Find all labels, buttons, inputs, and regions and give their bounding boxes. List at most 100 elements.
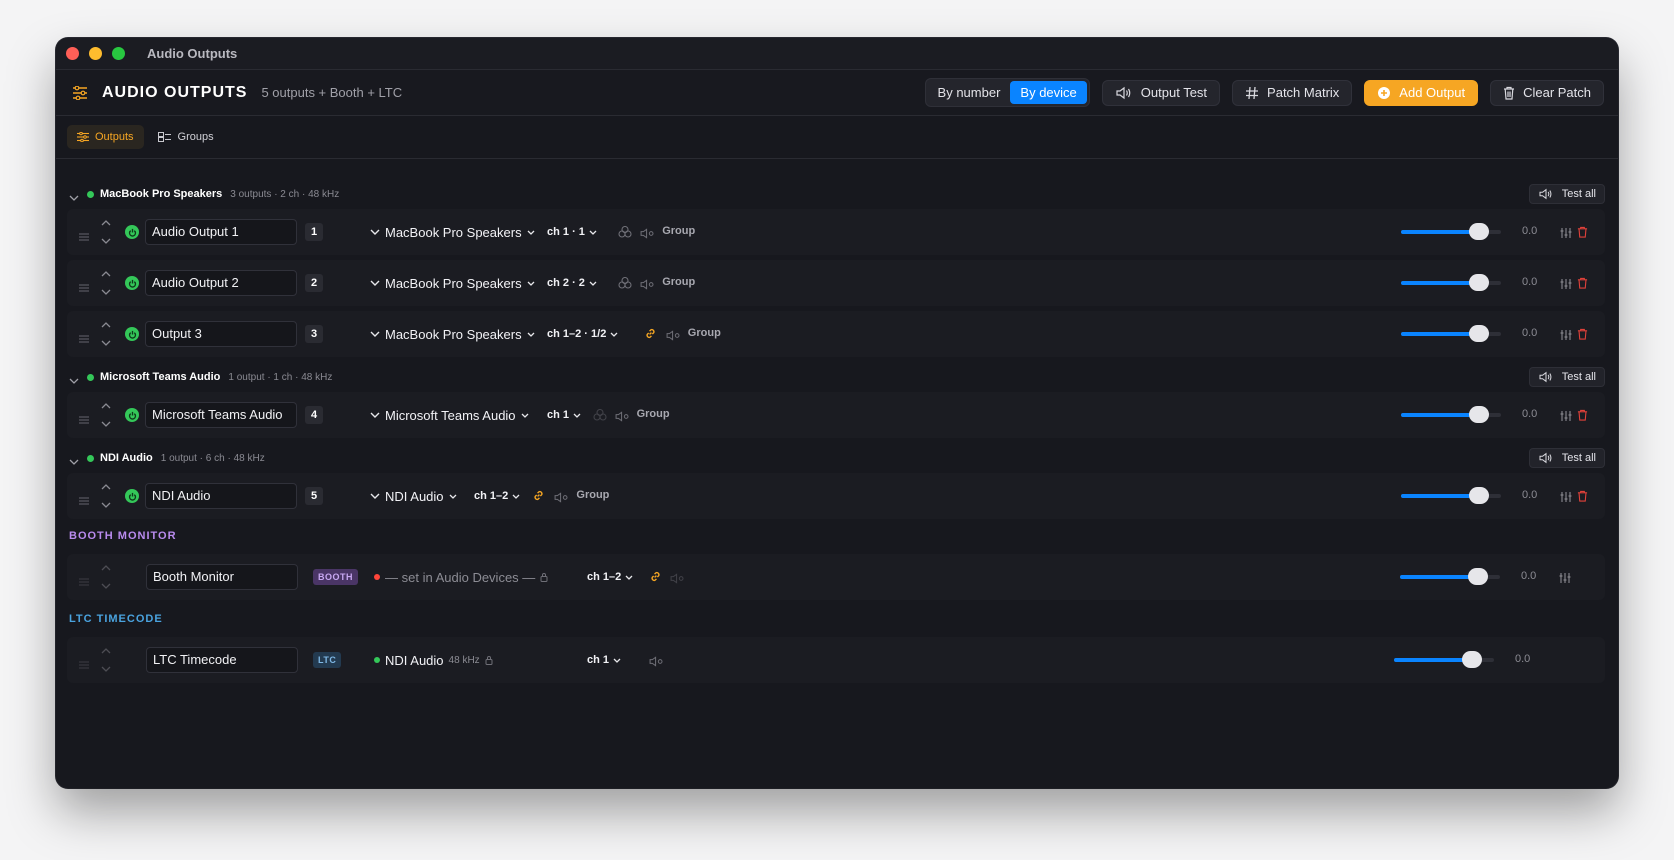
volume-slider[interactable] <box>1401 406 1501 424</box>
chevron-down-icon <box>527 281 535 286</box>
tab-groups[interactable]: Groups <box>148 125 224 149</box>
delete-output-icon[interactable] <box>1577 408 1589 421</box>
drag-handle-icon[interactable] <box>79 411 89 424</box>
volume-slider[interactable] <box>1401 274 1501 292</box>
reorder-arrows-icon[interactable] <box>100 269 112 297</box>
slider-thumb[interactable] <box>1469 325 1489 342</box>
ltc-name-field[interactable]: LTC Timecode <box>146 647 298 673</box>
drag-handle-icon[interactable] <box>79 279 89 292</box>
zoom-window-button[interactable] <box>112 47 125 60</box>
mixer-icon[interactable] <box>1560 277 1572 289</box>
channel-select[interactable]: ch 1–2 <box>587 571 633 583</box>
output-name-field[interactable]: Output 3 <box>145 321 297 347</box>
delete-output-icon[interactable] <box>1577 276 1589 289</box>
chevron-down-icon[interactable] <box>69 188 81 201</box>
slider-thumb[interactable] <box>1468 568 1488 585</box>
output-name-field[interactable]: NDI Audio <box>145 483 297 509</box>
group-assign-button[interactable]: Group <box>576 489 609 501</box>
delete-output-icon[interactable] <box>1577 225 1589 238</box>
output-test-button[interactable]: Output Test <box>1101 79 1221 106</box>
mute-icon[interactable] <box>615 409 630 427</box>
reorder-arrows-icon[interactable] <box>100 218 112 246</box>
link-icon[interactable] <box>644 327 657 345</box>
device-select[interactable]: MacBook Pro Speakers <box>370 276 535 291</box>
slider-thumb[interactable] <box>1462 651 1482 668</box>
link-icon[interactable] <box>532 489 545 507</box>
slider-thumb[interactable] <box>1469 406 1489 423</box>
group-assign-button[interactable]: Group <box>688 327 721 339</box>
link-icon[interactable] <box>649 570 662 588</box>
channel-select[interactable]: ch 1 · 1 <box>547 226 597 238</box>
test-all-button[interactable]: Test all <box>1528 367 1605 387</box>
slider-thumb[interactable] <box>1469 274 1489 291</box>
device-select[interactable]: Microsoft Teams Audio <box>370 408 529 423</box>
volume-slider[interactable] <box>1394 651 1494 669</box>
power-toggle-icon[interactable] <box>125 225 139 239</box>
device-select[interactable]: MacBook Pro Speakers <box>370 327 535 342</box>
mute-icon[interactable] <box>649 654 664 672</box>
delete-output-icon[interactable] <box>1577 327 1589 340</box>
power-toggle-icon[interactable] <box>125 276 139 290</box>
channel-select[interactable]: ch 2 · 2 <box>547 277 597 289</box>
booth-name-field[interactable]: Booth Monitor <box>146 564 298 590</box>
volume-slider[interactable] <box>1401 325 1501 343</box>
mixer-icon[interactable] <box>1560 490 1572 502</box>
drag-handle-icon[interactable] <box>79 330 89 343</box>
output-name-field[interactable]: Audio Output 1 <box>145 219 297 245</box>
minimize-window-button[interactable] <box>89 47 102 60</box>
power-toggle-icon[interactable] <box>125 489 139 503</box>
drag-handle-icon[interactable] <box>79 492 89 505</box>
clear-patch-button[interactable]: Clear Patch <box>1490 79 1604 106</box>
chevron-down-icon[interactable] <box>69 371 81 384</box>
volume-slider[interactable] <box>1401 223 1501 241</box>
slider-thumb[interactable] <box>1469 223 1489 240</box>
close-window-button[interactable] <box>66 47 79 60</box>
by-number-toggle[interactable]: By number <box>928 81 1011 104</box>
power-toggle-icon[interactable] <box>125 327 139 341</box>
status-dot <box>87 373 94 381</box>
test-all-button[interactable]: Test all <box>1528 448 1605 468</box>
sliders-icon[interactable] <box>72 85 88 100</box>
test-all-button[interactable]: Test all <box>1528 184 1605 204</box>
by-device-toggle[interactable]: By device <box>1010 81 1087 104</box>
group-assign-button[interactable]: Group <box>662 276 695 288</box>
group-assign-button[interactable]: Group <box>637 408 670 420</box>
mute-icon[interactable] <box>640 226 655 244</box>
slider-thumb[interactable] <box>1469 487 1489 504</box>
volume-slider[interactable] <box>1401 487 1501 505</box>
channel-select[interactable]: ch 1–2 <box>474 490 520 502</box>
group-name: MacBook Pro Speakers <box>100 188 223 200</box>
mixer-icon[interactable] <box>1559 571 1571 583</box>
volume-slider[interactable] <box>1400 568 1500 586</box>
mute-icon[interactable] <box>554 490 569 508</box>
drag-handle-icon[interactable] <box>79 228 89 241</box>
patch-matrix-button[interactable]: Patch Matrix <box>1232 79 1353 106</box>
reorder-arrows-icon[interactable] <box>100 482 112 510</box>
mute-icon[interactable] <box>640 277 655 295</box>
mixer-icon[interactable] <box>1560 226 1572 238</box>
group-assign-button[interactable]: Group <box>662 225 695 237</box>
output-name-field[interactable]: Microsoft Teams Audio <box>145 402 297 428</box>
mute-icon[interactable] <box>666 328 681 346</box>
chevron-down-icon[interactable] <box>69 452 81 465</box>
add-output-button[interactable]: Add Output <box>1364 79 1479 106</box>
channel-select[interactable]: ch 1–2 · 1/2 <box>547 328 618 340</box>
status-dot <box>87 454 94 462</box>
power-toggle-icon[interactable] <box>125 408 139 422</box>
mixer-icon[interactable] <box>1560 328 1572 340</box>
tab-groups-label: Groups <box>177 131 214 143</box>
tab-outputs[interactable]: Outputs <box>67 125 144 149</box>
device-label: NDI Audio <box>385 652 444 668</box>
delete-output-icon[interactable] <box>1577 489 1589 502</box>
device-select[interactable]: MacBook Pro Speakers <box>370 225 535 240</box>
reorder-arrows-icon[interactable] <box>100 401 112 429</box>
reorder-arrows-icon[interactable] <box>100 320 112 348</box>
output-name-field[interactable]: Audio Output 2 <box>145 270 297 296</box>
mixer-icon[interactable] <box>1560 409 1572 421</box>
channel-select[interactable]: ch 1 <box>547 409 581 421</box>
unlink-icon[interactable] <box>618 276 632 294</box>
channel-select[interactable]: ch 1 <box>587 654 621 666</box>
device-select[interactable]: NDI Audio <box>370 489 457 504</box>
unlink-icon[interactable] <box>593 408 607 426</box>
unlink-icon[interactable] <box>618 225 632 243</box>
